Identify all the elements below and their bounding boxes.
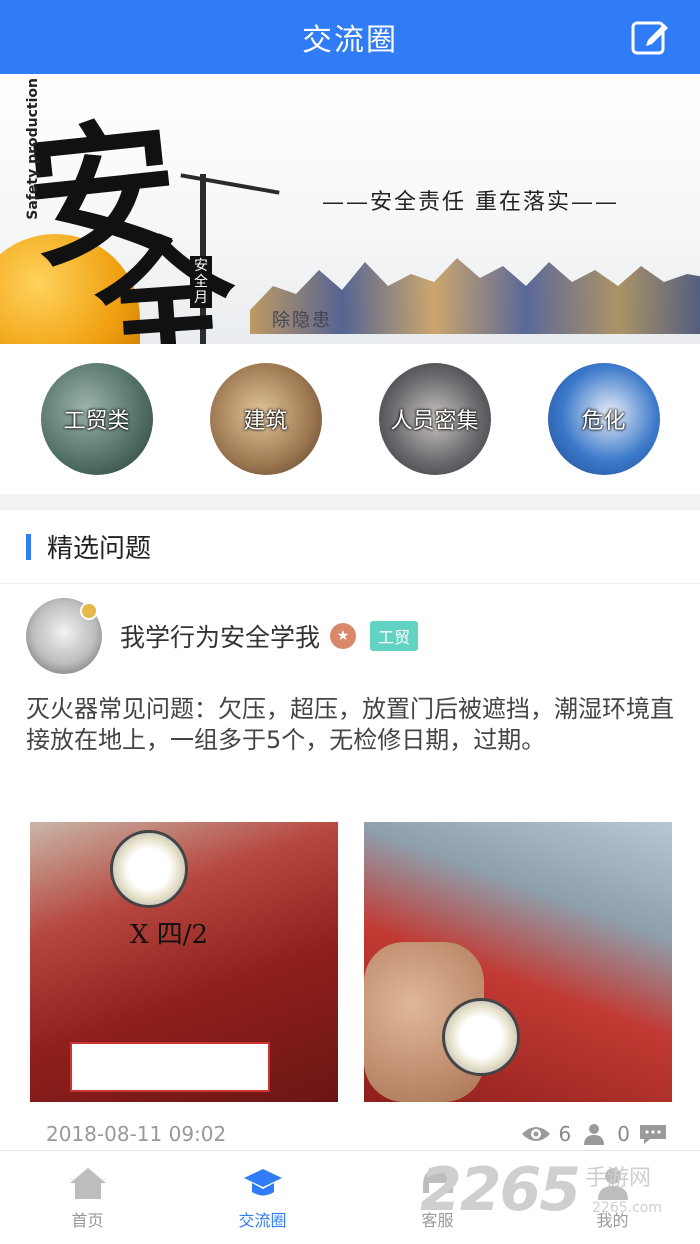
graduation-cap-icon: [243, 1168, 282, 1195]
category-label: 危化: [581, 409, 626, 434]
section-accent-bar: [26, 533, 31, 560]
tab-label: 交流圈: [238, 1210, 287, 1230]
post-photo-1[interactable]: X 四/2: [30, 822, 338, 1102]
section-header: 精选问题: [0, 510, 700, 584]
like-user-icon[interactable]: [579, 1123, 609, 1145]
author-name[interactable]: 我学行为安全学我: [120, 618, 320, 654]
category-label: 工贸类: [63, 409, 130, 434]
home-icon: [69, 1167, 106, 1199]
banner[interactable]: 安 全 Safety production 安全月 ——安全责任 重在落实—— …: [0, 74, 700, 344]
tab-home[interactable]: 首页: [0, 1151, 175, 1244]
banner-subtext: 除隐患: [272, 310, 332, 331]
watermark-url: 2265.com: [592, 1200, 662, 1216]
watermark-number: 2265: [420, 1155, 581, 1225]
post-meta: 2018-08-11 09:02 6 0: [46, 1122, 676, 1146]
category-label: 建筑: [243, 409, 288, 434]
avatar[interactable]: [26, 598, 102, 674]
tab-community[interactable]: 交流圈: [175, 1151, 350, 1244]
edit-icon[interactable]: [630, 16, 672, 58]
post-content: 灭火器常见问题：欠压，超压，放置门后被遮挡，潮湿环境直接放在地上，一组多于5个，…: [26, 695, 674, 754]
post-author[interactable]: 我学行为安全学我 ★ 工贸: [26, 598, 419, 674]
banner-slogan: ——安全责任 重在落实——: [322, 190, 619, 215]
category-hazardous-chemicals[interactable]: 危化: [547, 363, 660, 475]
eye-icon: [521, 1127, 550, 1141]
photo-handwriting: X 四/2: [130, 920, 209, 950]
page-title: 交流圈: [302, 23, 398, 58]
category-row: 工贸类 建筑 人员密集 危化: [0, 344, 700, 494]
category-crowded[interactable]: 人员密集: [378, 363, 491, 475]
comment-icon[interactable]: [638, 1123, 668, 1145]
category-label: 人员密集: [390, 409, 479, 434]
section-divider: [0, 494, 700, 510]
banner-char-2: 全: [90, 220, 242, 344]
category-construction[interactable]: 建筑: [209, 363, 322, 475]
watermark: 2265 手游网 2265.com: [420, 1150, 662, 1230]
watermark-text: 手游网: [585, 1166, 652, 1191]
banner-seal: 安全月: [190, 256, 212, 308]
app-header: 交流圈: [0, 0, 700, 74]
post-date: 2018-08-11 09:02: [46, 1122, 227, 1146]
tab-label: 首页: [71, 1210, 104, 1230]
category-industry-trade[interactable]: 工贸类: [40, 363, 153, 475]
like-count: 0: [617, 1122, 630, 1146]
avatar-badge: [80, 602, 98, 620]
post-tag: 工贸: [370, 621, 419, 651]
pressure-gauge: [442, 998, 520, 1076]
section-title: 精选问题: [47, 534, 152, 564]
view-count: 6: [558, 1122, 572, 1146]
banner-english: Safety production: [25, 78, 41, 220]
pressure-gauge: [110, 830, 188, 908]
extinguisher-label: [70, 1042, 270, 1092]
post-photo-2[interactable]: [364, 822, 672, 1102]
post-photos: X 四/2: [30, 822, 672, 1102]
medal-icon: ★: [330, 623, 357, 649]
